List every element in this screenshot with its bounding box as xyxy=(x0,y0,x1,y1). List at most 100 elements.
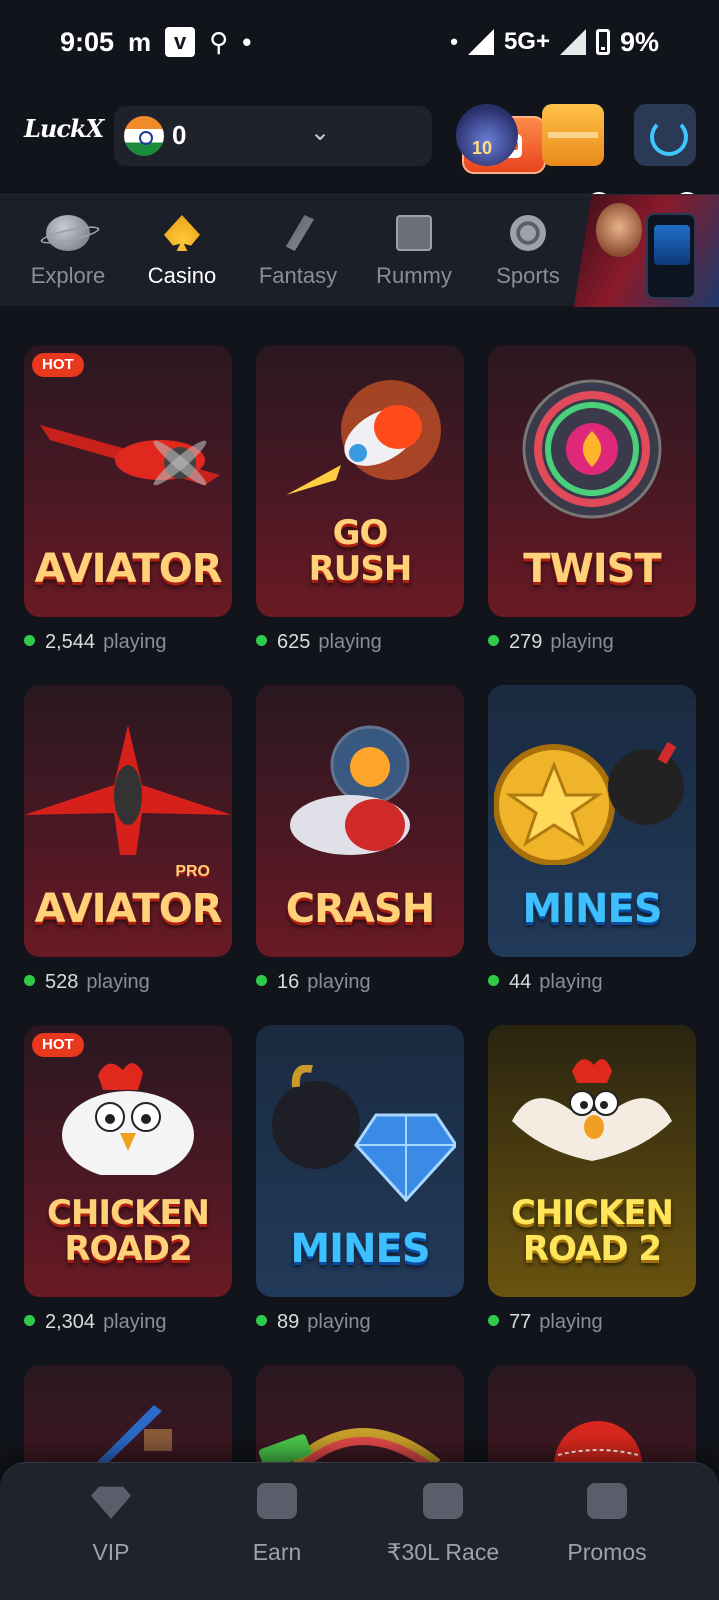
coin-bomb-art xyxy=(494,741,684,865)
trophy-icon xyxy=(423,1483,463,1519)
chevron-down-icon: ⌄ xyxy=(310,119,331,146)
game-title: MINES xyxy=(522,886,662,932)
notification-dot-icon: • xyxy=(242,26,252,57)
rocket-art xyxy=(286,380,441,495)
game-title: AVIATOR xyxy=(34,546,222,592)
players-count: 77 playing xyxy=(488,1311,696,1335)
game-tile-twist[interactable]: TWIST xyxy=(488,345,696,617)
game-title: CHICKEN ROAD2 xyxy=(46,1193,210,1269)
online-dot-icon xyxy=(24,635,35,646)
tab-fantasy[interactable]: Fantasy xyxy=(246,195,350,307)
app-logo[interactable]: LuckX xyxy=(24,114,104,143)
game-tile-go-rush[interactable]: GO RUSH xyxy=(256,345,464,617)
promo-person-image xyxy=(596,203,642,257)
game-tile-chicken-road2[interactable]: HOT CHICKEN ROAD2 xyxy=(24,1025,232,1297)
game-title: GO RUSH xyxy=(308,513,413,589)
players-count: 625 playing xyxy=(256,631,464,655)
hot-badge: HOT xyxy=(32,1033,84,1057)
airplane-art xyxy=(40,425,220,486)
cricket-bat-icon xyxy=(285,215,314,251)
bomb-diamond-art xyxy=(272,1065,456,1203)
game-tile-chicken-road-2[interactable]: CHICKEN ROAD 2 xyxy=(488,1025,696,1297)
jackpot-pot-icon[interactable]: 10 xyxy=(456,104,518,166)
jackpot-level: 10 xyxy=(472,138,493,158)
game-title: CHICKEN ROAD 2 xyxy=(510,1193,674,1269)
game-title: AVIATOR xyxy=(34,886,222,932)
v-notification-icon: v xyxy=(165,27,196,57)
rupee-card-icon xyxy=(257,1483,297,1519)
app-screen: 9:05 m v ⚲ • • 5G+ 9% LuckX 0 ⌄ 10 1 xyxy=(0,0,719,1600)
game-subtitle: PRO xyxy=(175,863,210,880)
online-dot-icon xyxy=(488,1315,499,1326)
tab-label: Explore xyxy=(30,263,106,288)
players-count: 279 playing xyxy=(488,631,696,655)
game-tile-crash[interactable]: CRASH xyxy=(256,685,464,957)
game-title: MINES xyxy=(290,1226,430,1272)
game-tile-mines-2[interactable]: MINES xyxy=(256,1025,464,1297)
players-count: 16 playing xyxy=(256,971,464,995)
rewards-gift-icon[interactable] xyxy=(542,104,604,166)
promo-banner[interactable] xyxy=(574,195,719,307)
nav-earn[interactable]: Earn xyxy=(202,1483,352,1566)
wheel-partial-art xyxy=(258,1428,441,1465)
game-tile-aviator[interactable]: HOT AVIATOR xyxy=(24,345,232,617)
balance-selector[interactable]: 0 ⌄ xyxy=(114,106,546,174)
online-dot-icon xyxy=(24,1315,35,1326)
tab-label: Rummy xyxy=(376,263,452,288)
players-count: 89 playing xyxy=(256,1311,464,1335)
hot-badge: HOT xyxy=(32,353,84,377)
bottom-nav: VIP Earn ₹30L Race Promos xyxy=(0,1462,719,1600)
online-dot-icon xyxy=(256,1315,267,1326)
players-count: 2,544 playing xyxy=(24,631,232,655)
nav-race[interactable]: ₹30L Race xyxy=(368,1483,518,1566)
nav-vip[interactable]: VIP xyxy=(36,1483,186,1566)
spade-icon xyxy=(164,215,200,251)
nav-label: VIP xyxy=(92,1539,130,1565)
game-tile-aviator-pro[interactable]: PRO AVIATOR xyxy=(24,685,232,957)
support-icon[interactable] xyxy=(634,104,696,166)
tab-label: Sports xyxy=(496,263,560,288)
nav-label: Promos xyxy=(567,1539,647,1565)
game-title: CRASH xyxy=(285,886,435,932)
network-type: 5G+ xyxy=(503,28,550,55)
chicken-flying-art xyxy=(512,1059,672,1161)
india-flag-icon xyxy=(124,116,164,156)
balance-value: 0 xyxy=(172,120,187,150)
cricket-ball-art xyxy=(554,1421,642,1465)
online-dot-icon xyxy=(488,975,499,986)
cell-signal-icon xyxy=(559,29,586,55)
search-icon: ⚲ xyxy=(209,26,229,57)
online-dot-icon xyxy=(24,975,35,986)
jet-art xyxy=(24,725,232,855)
nav-promos[interactable]: Promos xyxy=(532,1483,682,1566)
wifi-signal-icon xyxy=(467,29,494,55)
players-count: 528 playing xyxy=(24,971,232,995)
tab-casino[interactable]: Casino xyxy=(132,195,232,307)
battery-icon xyxy=(595,29,610,55)
status-time: 9:05 xyxy=(60,26,115,57)
game-tile-mines[interactable]: MINES xyxy=(488,685,696,957)
tab-label: Fantasy xyxy=(258,263,338,288)
online-dot-icon xyxy=(488,635,499,646)
astronaut-rocket-art xyxy=(290,725,410,855)
planet-icon xyxy=(46,215,90,251)
online-dot-icon xyxy=(256,635,267,646)
tab-label: Casino xyxy=(147,263,217,288)
nav-label: Earn xyxy=(252,1539,302,1565)
cards-icon xyxy=(396,215,432,251)
crane-art xyxy=(94,1405,172,1465)
status-bar: 9:05 m v ⚲ • • 5G+ 9% xyxy=(0,0,719,84)
battery-percent: 9% xyxy=(619,26,659,57)
chicken-art xyxy=(62,1063,194,1175)
online-dot-icon xyxy=(256,975,267,986)
tab-rummy[interactable]: Rummy xyxy=(362,195,466,307)
nav-label: ₹30L Race xyxy=(386,1539,500,1565)
gift-box-icon xyxy=(587,1483,627,1519)
tab-explore[interactable]: Explore xyxy=(18,195,118,307)
players-count: 2,304 playing xyxy=(24,1311,232,1335)
category-nav: Explore Casino Fantasy Rummy Sports xyxy=(0,194,719,307)
wheel-art xyxy=(522,379,662,519)
tab-sports[interactable]: Sports xyxy=(478,195,578,307)
game-title: TWIST xyxy=(523,546,661,592)
diamond-icon xyxy=(91,1486,131,1519)
